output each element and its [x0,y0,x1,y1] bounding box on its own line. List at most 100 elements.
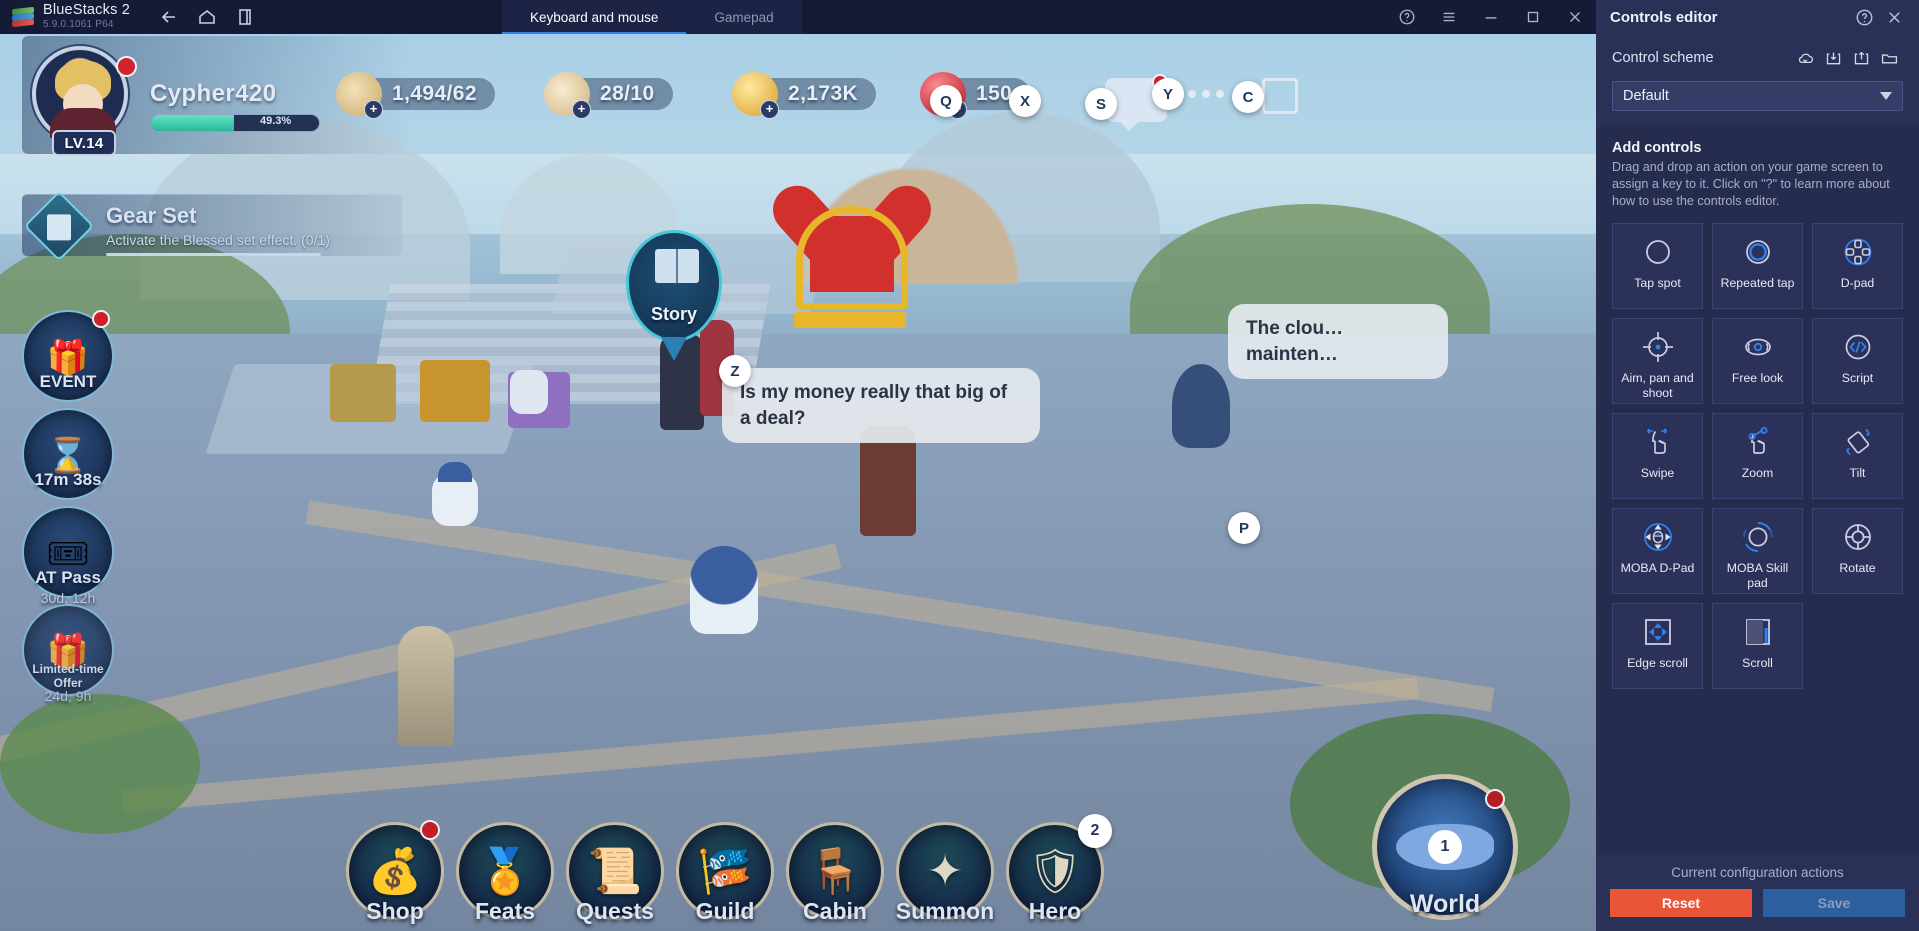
control-scheme-label: Control scheme [1612,50,1714,66]
control-moba-d-pad[interactable]: MOBA D-Pad [1612,508,1703,594]
gear-set-banner[interactable]: Gear Set Activate the Blessed set effect… [22,190,402,262]
control-tap-spot[interactable]: Tap spot [1612,223,1703,309]
control-label: Tap spot [1634,276,1681,290]
control-repeated-tap[interactable]: Repeated tap [1712,223,1803,309]
event-notification-dot [92,310,110,328]
back-icon[interactable] [152,2,186,32]
control-edge-scroll[interactable]: Edge scroll [1612,603,1703,689]
control-scroll[interactable]: Scroll [1712,603,1803,689]
maximize-icon[interactable] [1512,0,1554,34]
key-marker-c[interactable]: C [1232,81,1264,113]
rotate-icon [1844,524,1871,550]
npc-bot [510,370,548,414]
nav-item-guild[interactable]: 🎏 Guild [670,822,780,925]
control-aim-pan-shoot[interactable]: Aim, pan and shoot [1612,318,1703,404]
left-button-sublabel: 24d, 9h [44,688,92,704]
game-viewport[interactable]: LV.14 Cypher420 49.3% + 1,494/62 + 28/10… [0,34,1596,931]
control-script[interactable]: Script [1812,318,1903,404]
control-zoom[interactable]: Zoom [1712,413,1803,499]
speech-bubble: Is my money really that big of a deal? [722,368,1040,444]
home-icon[interactable] [190,2,224,32]
controls-editor-panel: Controls editor Control scheme Default A… [1596,0,1919,931]
left-button-at-pass[interactable]: 🎟 AT Pass 30d, 12h [22,506,114,606]
app-version: 5.9.0.1061 P64 [43,18,114,30]
control-swipe[interactable]: Swipe [1612,413,1703,499]
panel-header: Controls editor [1596,0,1919,34]
key-marker-q[interactable]: Q [930,85,962,117]
story-marker-label: Story [650,304,697,324]
nav-item-shop[interactable]: 💰 Shop [340,820,450,925]
bluestacks-logo-icon [12,6,34,28]
add-currency-icon[interactable]: + [572,100,591,119]
world-count-badge: 1 [1428,830,1462,864]
close-icon[interactable] [1881,4,1907,30]
save-button[interactable]: Save [1763,889,1905,917]
controls-grid: Tap spot Repeated tap D-pad Aim, pan and… [1612,223,1903,689]
key-marker-x[interactable]: X [1009,85,1041,117]
currency-gold[interactable]: + 2,173K [732,72,877,119]
reset-button[interactable]: Reset [1610,889,1752,917]
import-icon[interactable] [1819,46,1847,70]
control-label: Scroll [1742,656,1773,670]
zoom-icon [1747,427,1767,454]
gear-set-progress-bar [106,253,321,256]
control-scheme-section: Control scheme Default [1596,34,1919,127]
nav-item-hero[interactable]: 🛡 2 Hero [1000,814,1112,925]
add-currency-icon[interactable]: + [760,100,779,119]
nav-icon-group [152,2,262,32]
left-button-label: Limited-time Offer [32,662,104,690]
add-currency-icon[interactable]: + [364,100,383,119]
control-free-look[interactable]: Free look [1712,318,1803,404]
panel-toggle-icon[interactable] [1262,78,1298,114]
left-button-event[interactable]: 🎁 EVENT [22,310,114,402]
book-icon [655,249,699,283]
restore-cloud-icon[interactable] [1791,46,1819,70]
app-title-block: BlueStacks 2 5.9.0.1061 P64 [43,3,130,30]
nav-item-world[interactable]: 1 World [1370,774,1520,920]
hamburger-menu-icon[interactable] [1428,0,1470,34]
control-label: Script [1841,371,1874,385]
key-marker-s[interactable]: S [1085,88,1117,120]
control-d-pad[interactable]: D-pad [1812,223,1903,309]
left-button-limited-offer[interactable]: 🎁 Limited-time Offer 24d, 9h [22,604,114,704]
edge-scroll-icon [1644,619,1671,645]
folder-icon[interactable] [1875,46,1903,70]
nav-item-label: World [1409,890,1481,918]
currency-value: 150 [976,82,1013,105]
npc-character [690,546,758,634]
help-circle-icon[interactable] [1851,4,1877,30]
key-marker-z[interactable]: Z [719,355,751,387]
nav-item-feats[interactable]: 🏅 Feats [450,822,560,925]
nav-item-quests[interactable]: 📜 Quests [560,822,670,925]
more-options-icon[interactable] [1188,90,1224,98]
control-rotate[interactable]: Rotate [1812,508,1903,594]
nav-item-label: Hero [1028,898,1082,924]
configuration-actions: Current configuration actions Reset Save [1596,855,1919,931]
control-moba-skill-pad[interactable]: MOBA Skill pad [1712,508,1803,594]
xp-bar [150,114,320,132]
player-level-badge: LV.14 [52,130,116,156]
key-marker-p[interactable]: P [1228,512,1260,544]
tab-keyboard-and-mouse[interactable]: Keyboard and mouse [502,0,687,34]
nav-item-summon[interactable]: ✦ Summon [890,822,1000,925]
gear-set-subtitle-text: Activate the Blessed set effect. [106,232,298,248]
help-icon[interactable] [1386,0,1428,34]
nav-item-cabin[interactable]: 🪑 Cabin [780,822,890,925]
avatar[interactable] [32,46,137,142]
scenery-crate [420,360,490,422]
configuration-actions-title: Current configuration actions [1671,865,1844,880]
multi-instance-icon[interactable] [228,2,262,32]
tab-gamepad[interactable]: Gamepad [686,0,801,34]
key-marker-y[interactable]: Y [1152,78,1184,110]
export-icon[interactable] [1847,46,1875,70]
moba-dpad-icon [1643,523,1672,551]
control-scheme-select[interactable]: Default [1612,81,1903,111]
currency-horn[interactable]: + 28/10 [544,72,673,119]
aim-pan-shoot-icon [1642,332,1673,362]
left-button-timer[interactable]: ⌛ 17m 38s [22,408,114,500]
currency-shell[interactable]: + 1,494/62 [336,72,495,119]
npc-bot [432,462,478,526]
control-tilt[interactable]: Tilt [1812,413,1903,499]
minimize-icon[interactable] [1470,0,1512,34]
close-icon[interactable] [1554,0,1596,34]
